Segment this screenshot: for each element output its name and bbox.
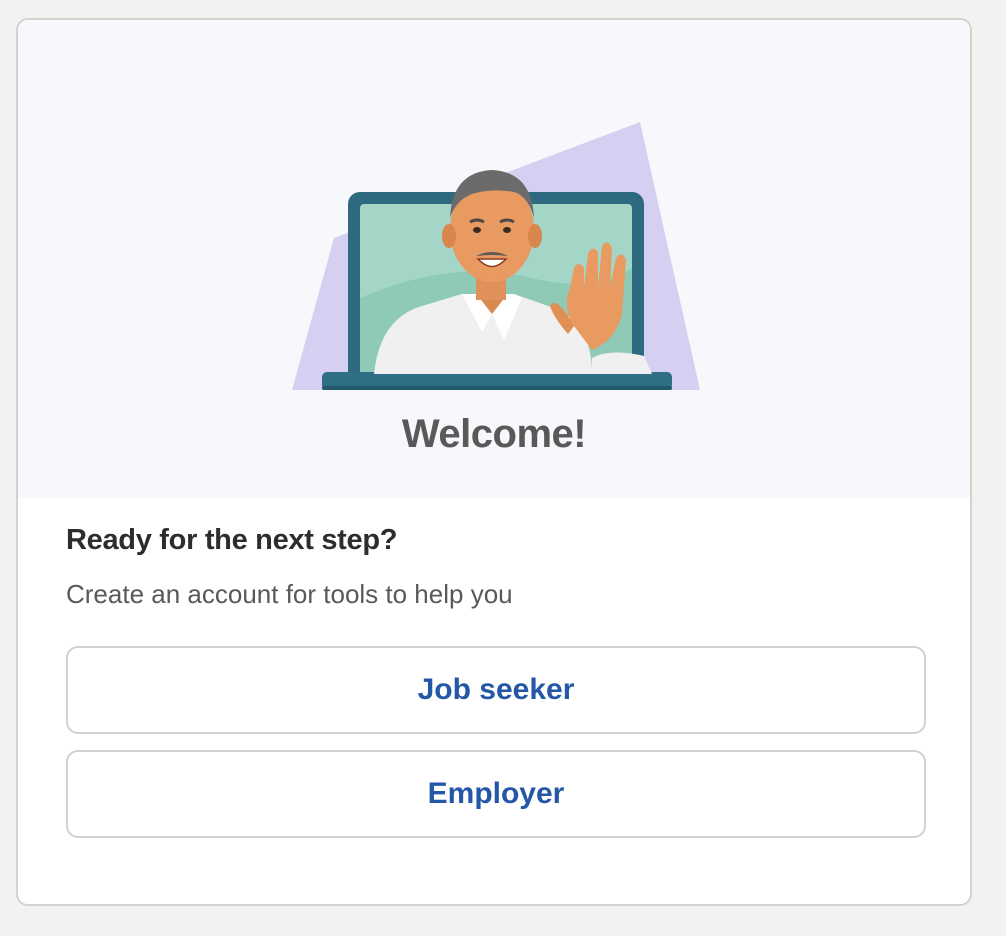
person-waving-laptop-illustration bbox=[292, 122, 700, 390]
prompt-section: Ready for the next step? Create an accou… bbox=[66, 498, 926, 838]
account-subtext: Create an account for tools to help you bbox=[66, 579, 513, 609]
employer-button[interactable]: Employer bbox=[66, 750, 926, 838]
next-step-heading: Ready for the next step? bbox=[66, 524, 398, 556]
hero-section: Welcome! bbox=[18, 20, 970, 498]
welcome-card: Welcome! Ready for the next step? Create… bbox=[16, 18, 972, 906]
job-seeker-button[interactable]: Job seeker bbox=[66, 646, 926, 734]
welcome-title: Welcome! bbox=[401, 412, 587, 456]
